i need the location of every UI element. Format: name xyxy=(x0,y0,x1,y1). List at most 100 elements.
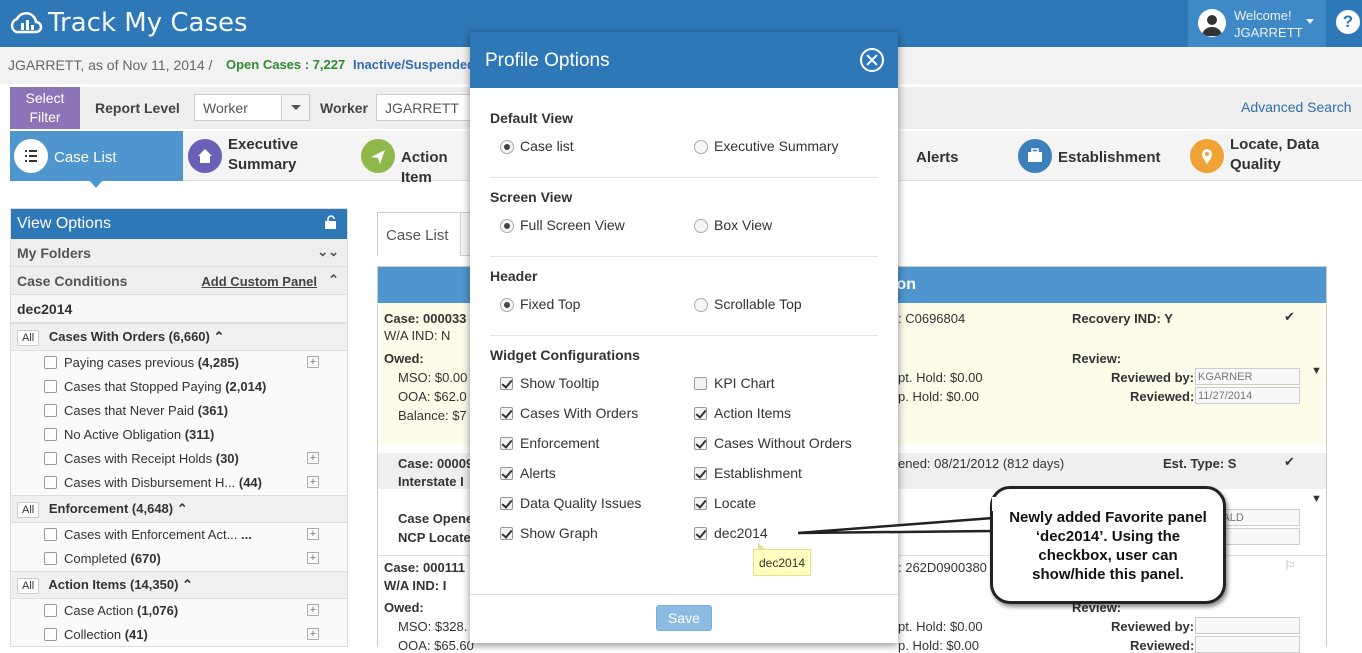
save-button[interactable]: Save xyxy=(656,605,712,631)
dec2014-folder[interactable]: dec2014 xyxy=(11,295,347,323)
open-cases-count[interactable]: Open Cases : 7,227 xyxy=(226,57,345,72)
list-item[interactable]: Cases with Disbursement H... (44) + xyxy=(11,471,347,495)
checkbox-show-graph[interactable]: Show Graph xyxy=(500,525,598,541)
radio-full-screen-view[interactable]: Full Screen View xyxy=(500,217,625,233)
all-button[interactable]: All xyxy=(17,330,40,346)
inactive-cases-link[interactable]: Inactive/Suspended xyxy=(353,57,475,72)
radio-button[interactable] xyxy=(694,140,708,154)
user-menu[interactable]: Welcome! JGARRETT xyxy=(1188,0,1326,47)
select-filter-button[interactable]: Select Filter xyxy=(10,87,80,129)
checkbox[interactable] xyxy=(44,452,57,465)
plus-icon[interactable]: + xyxy=(307,528,319,540)
checkbox[interactable] xyxy=(44,604,57,617)
tab-locate-data-quality[interactable]: Locate, Data Quality xyxy=(1186,131,1356,181)
group-cases-with-orders[interactable]: All Cases With Orders (6,660) ⌃ xyxy=(11,323,347,351)
radio-button[interactable] xyxy=(500,219,514,233)
add-custom-panel-link[interactable]: Add Custom Panel xyxy=(201,274,317,289)
checkbox[interactable] xyxy=(44,476,57,489)
my-folders-section[interactable]: My Folders ⌄⌄ xyxy=(11,239,347,267)
checkbox-alerts[interactable]: Alerts xyxy=(500,465,556,481)
double-chevron-up-icon[interactable]: ⌃ xyxy=(177,501,188,516)
checkbox[interactable] xyxy=(44,404,57,417)
checkbox[interactable] xyxy=(44,380,57,393)
double-chevron-down-icon[interactable]: ⌄⌄ xyxy=(317,244,339,260)
checkbox-kpi-chart[interactable]: KPI Chart xyxy=(694,375,775,391)
chevron-down-icon[interactable]: ▼ xyxy=(1311,365,1322,377)
reviewed-date-field[interactable] xyxy=(1195,636,1300,653)
reviewed-by-field[interactable]: KGARNER xyxy=(1195,368,1300,385)
checkbox-enforcement[interactable]: Enforcement xyxy=(500,435,599,451)
list-item[interactable]: Case Action (1,076) + xyxy=(11,599,347,623)
plus-icon[interactable]: + xyxy=(307,552,319,564)
plus-icon[interactable]: + xyxy=(307,452,319,464)
checkbox[interactable] xyxy=(44,552,57,565)
tab-action-item[interactable]: Action Item xyxy=(357,131,477,186)
checkbox[interactable] xyxy=(500,527,513,540)
all-button[interactable]: All xyxy=(17,578,40,594)
chevron-down-icon[interactable] xyxy=(281,95,309,120)
checkbox-dec2014[interactable]: dec2014 xyxy=(694,525,768,541)
radio-scrollable-top[interactable]: Scrollable Top xyxy=(694,296,802,312)
list-item[interactable]: Cases that Never Paid (361) xyxy=(11,399,347,423)
checkbox[interactable] xyxy=(694,377,707,390)
checkbox[interactable] xyxy=(44,428,57,441)
checkbox[interactable] xyxy=(500,437,513,450)
checkbox[interactable] xyxy=(500,407,513,420)
checkbox[interactable] xyxy=(500,467,513,480)
flag-icon[interactable]: ⚐ xyxy=(1284,558,1296,574)
list-item[interactable]: Cases with Receipt Holds (30) + xyxy=(11,447,347,471)
list-item[interactable]: Collection (41) + xyxy=(11,623,347,647)
checkbox[interactable] xyxy=(694,467,707,480)
radio-executive-summary[interactable]: Executive Summary xyxy=(694,138,838,154)
radio-fixed-top[interactable]: Fixed Top xyxy=(500,296,580,312)
checkbox[interactable] xyxy=(500,497,513,510)
unlock-icon[interactable] xyxy=(324,215,337,229)
report-level-select[interactable]: Worker xyxy=(194,94,310,121)
list-item[interactable]: Cases that Stopped Paying (2,014) xyxy=(11,375,347,399)
list-item[interactable]: Paying cases previous (4,285) + xyxy=(11,351,347,375)
checkbox[interactable] xyxy=(694,437,707,450)
radio-button[interactable] xyxy=(694,298,708,312)
checkbox-cases-with-orders[interactable]: Cases With Orders xyxy=(500,405,638,421)
checkbox[interactable] xyxy=(44,628,57,641)
double-chevron-up-icon[interactable]: ⌃ xyxy=(182,577,193,592)
list-item[interactable]: Completed (670) + xyxy=(11,547,347,571)
checkbox[interactable] xyxy=(694,407,707,420)
group-enforcement[interactable]: All Enforcement (4,648) ⌃ xyxy=(11,495,347,523)
checkbox[interactable] xyxy=(500,377,513,390)
checkbox-show-tooltip[interactable]: Show Tooltip xyxy=(500,375,599,391)
plus-icon[interactable]: + xyxy=(307,356,319,368)
checkbox[interactable] xyxy=(44,528,57,541)
double-chevron-up-icon[interactable]: ⌃ xyxy=(214,329,225,344)
radio-button[interactable] xyxy=(694,219,708,233)
double-chevron-up-icon[interactable]: ⌃ xyxy=(328,272,339,288)
radio-button[interactable] xyxy=(500,140,514,154)
plus-icon[interactable]: + xyxy=(307,604,319,616)
help-icon[interactable]: ? xyxy=(1336,10,1360,34)
checkbox[interactable] xyxy=(44,356,57,369)
radio-case-list[interactable]: Case list xyxy=(500,138,574,154)
reviewed-by-field[interactable] xyxy=(1195,617,1300,634)
plus-icon[interactable]: + xyxy=(307,628,319,640)
tab-executive-summary[interactable]: Executive Summary xyxy=(184,131,354,181)
checkbox[interactable] xyxy=(694,497,707,510)
reviewed-date-field[interactable]: 11/27/2014 xyxy=(1195,387,1300,404)
checkbox-cases-without-orders[interactable]: Cases Without Orders xyxy=(694,435,852,451)
checkbox-data-quality-issues[interactable]: Data Quality Issues xyxy=(500,495,641,511)
advanced-search-link[interactable]: Advanced Search xyxy=(1241,99,1352,115)
radio-box-view[interactable]: Box View xyxy=(694,217,772,233)
list-item[interactable]: No Active Obligation (311) xyxy=(11,423,347,447)
group-action-items[interactable]: All Action Items (14,350) ⌃ xyxy=(11,571,347,599)
worker-select[interactable]: JGARRETT xyxy=(376,94,476,121)
list-item[interactable]: Cases with Enforcement Act... ... + xyxy=(11,523,347,547)
tab-establishment[interactable]: Establishment xyxy=(1014,131,1184,181)
plus-icon[interactable]: + xyxy=(307,476,319,488)
checkbox[interactable] xyxy=(694,527,707,540)
checkbox-locate[interactable]: Locate xyxy=(694,495,756,511)
all-button[interactable]: All xyxy=(17,502,40,518)
tab-alerts[interactable]: Alerts xyxy=(898,131,998,181)
tab-case-list-inner[interactable]: Case List xyxy=(377,212,461,256)
tab-case-list[interactable]: Case List xyxy=(10,131,183,181)
checkbox-action-items[interactable]: Action Items xyxy=(694,405,791,421)
radio-button[interactable] xyxy=(500,298,514,312)
